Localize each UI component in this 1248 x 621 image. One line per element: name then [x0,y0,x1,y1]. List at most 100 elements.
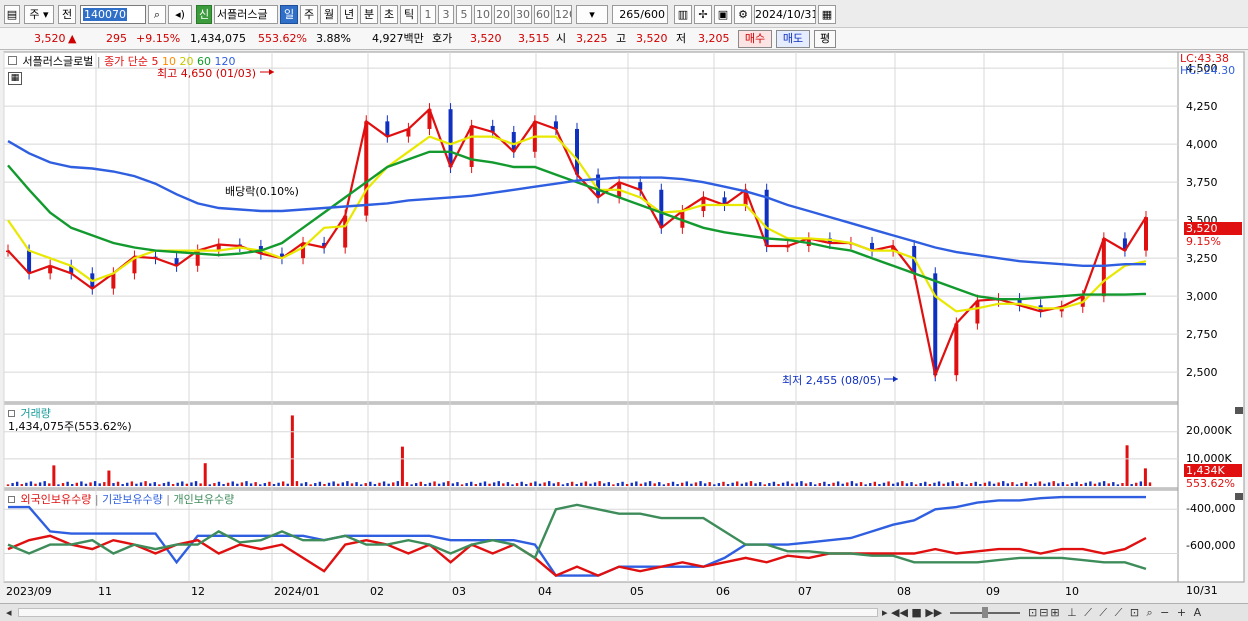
tab-tick[interactable]: 틱 [400,5,418,24]
price-tick-label: 2,750 [1186,328,1218,341]
tab-minute[interactable]: 분 [360,5,378,24]
volume-bar [864,484,867,486]
range-input[interactable]: 265/600 [612,5,668,24]
candle-icon[interactable]: ▥ [674,5,692,24]
volume-bar [185,483,189,486]
tab-day[interactable]: 일 [280,5,298,24]
volume-bar [1015,484,1019,486]
volume-bar [236,483,239,486]
volume-bar [685,481,688,486]
chart-scrollbar[interactable]: ◂ ▸ ◀◀ ■ ▶▶ ⊡⊟⊞ ⊥ ⟋ ⟋ ⟋ ⊡ ⌕ − + A [0,603,1248,621]
volume-bar [98,483,101,486]
volume-bar [1061,482,1065,486]
stock-chart-window: ▤ 주 ▾ 전 140070 ⌕ ◂) 신 서플러스글 일 주 월 년 분 초 … [0,0,1248,621]
candle-body [343,215,348,248]
count-30[interactable]: 30 [514,5,532,24]
count-3[interactable]: 3 [438,5,454,24]
volume-bar [667,483,670,486]
search-icon[interactable]: ⌕ [148,5,166,24]
volume-bar [1102,481,1106,486]
volume-bar [456,482,459,486]
volume-bar [754,483,757,486]
tab-second[interactable]: 초 [380,5,398,24]
price-tick-label: 3,750 [1186,176,1218,189]
legend-box-icon [8,496,15,503]
tab-week[interactable]: 주 [300,5,318,24]
chart-area[interactable]: 4,500 4,250 4,000 3,750 3,500 3,250 3,000 2,750… [0,50,1248,604]
count-120[interactable]: 120 [554,5,572,24]
volume-bar [983,482,987,486]
volume-bar [795,482,799,486]
volume-bar [653,483,656,486]
tab-month[interactable]: 월 [320,5,338,24]
volume-bar [1121,483,1124,486]
volume-bar [410,484,413,486]
custom-count-select[interactable]: ▾ [576,5,608,24]
chart-canvas[interactable]: 4,5004,2504,0003,7503,5003,2503,0002,750… [0,50,1248,604]
volume-bar [566,483,569,486]
volume-bar [616,483,620,486]
scroll-left-icon[interactable]: ◂ [6,605,12,620]
period-select[interactable]: 전 [58,5,76,24]
volume-bar [392,482,395,486]
calendar-icon[interactable]: ▦ [818,5,836,24]
tab-year[interactable]: 년 [340,5,358,24]
volume-summary: 1,434,075주(553.62%) [8,420,132,433]
eval-button[interactable]: 평 [814,30,836,48]
volume-bar [240,482,244,486]
stock-name[interactable]: 서플러스글 [214,5,278,24]
volume-bar [924,481,927,486]
count-10[interactable]: 10 [474,5,492,24]
count-1[interactable]: 1 [420,5,436,24]
speaker-icon[interactable]: ◂) [168,5,192,24]
volume-bar [1006,483,1010,486]
quote-bar: 3,520 ▲ 295 +9.15% 1,434,075 553.62% 3.8… [0,28,1248,50]
volume-bar [1084,482,1087,486]
range-value: 265 [619,8,641,21]
volume-bar [933,482,936,486]
volume-bar [635,481,638,486]
count-60[interactable]: 60 [534,5,552,24]
buy-button[interactable]: 매수 [738,30,772,48]
volume-bar [84,483,88,486]
volume-bar [259,484,262,486]
crosshair-icon[interactable]: ✢ [694,5,712,24]
zoom-slider-handle[interactable] [982,607,988,618]
volume-bar [644,482,647,486]
range-total: /600 [640,8,665,21]
volume-bar [286,483,289,486]
drawing-tools-icon[interactable]: ⊡⊟⊞ ⊥ ⟋ ⟋ ⟋ ⊡ ⌕ − + A [1028,605,1203,620]
volume-bar [158,484,161,486]
sell-button[interactable]: 매도 [776,30,810,48]
date-input[interactable]: 2024/10/31 [754,5,816,24]
volume-bar [34,483,37,486]
trade-amount: 4,927백만 [372,32,424,45]
volume-bar [15,481,19,486]
volume-bar [281,481,285,486]
volume-bar [61,483,65,486]
volume-bar [103,482,106,486]
volume-bar [584,481,588,486]
volume-bar [75,482,78,486]
scroll-track[interactable] [18,608,878,617]
volume-bar [126,482,129,486]
candle-body [659,189,664,228]
volume-bar [378,482,381,486]
current-price: 3,520 [34,32,66,45]
save-icon[interactable]: ▣ [714,5,732,24]
count-5[interactable]: 5 [456,5,472,24]
gear-icon[interactable]: ⚙ [734,5,752,24]
volume-bar [254,482,257,486]
chart-settings-icon[interactable]: ▤ [4,5,20,24]
candle-body [954,323,959,376]
count-20[interactable]: 20 [494,5,512,24]
volume-bar [300,483,303,486]
grid-toggle-icon[interactable]: ▦ [8,72,22,85]
stock-code-input[interactable]: 140070 [80,5,146,24]
volume-bar [823,481,826,486]
volume-bar [369,481,372,486]
type-select[interactable]: 주 ▾ [24,5,54,24]
volume-bar [575,484,578,486]
volume-bar [745,482,748,486]
playback-controls[interactable]: ▸ ◀◀ ■ ▶▶ [882,605,942,620]
